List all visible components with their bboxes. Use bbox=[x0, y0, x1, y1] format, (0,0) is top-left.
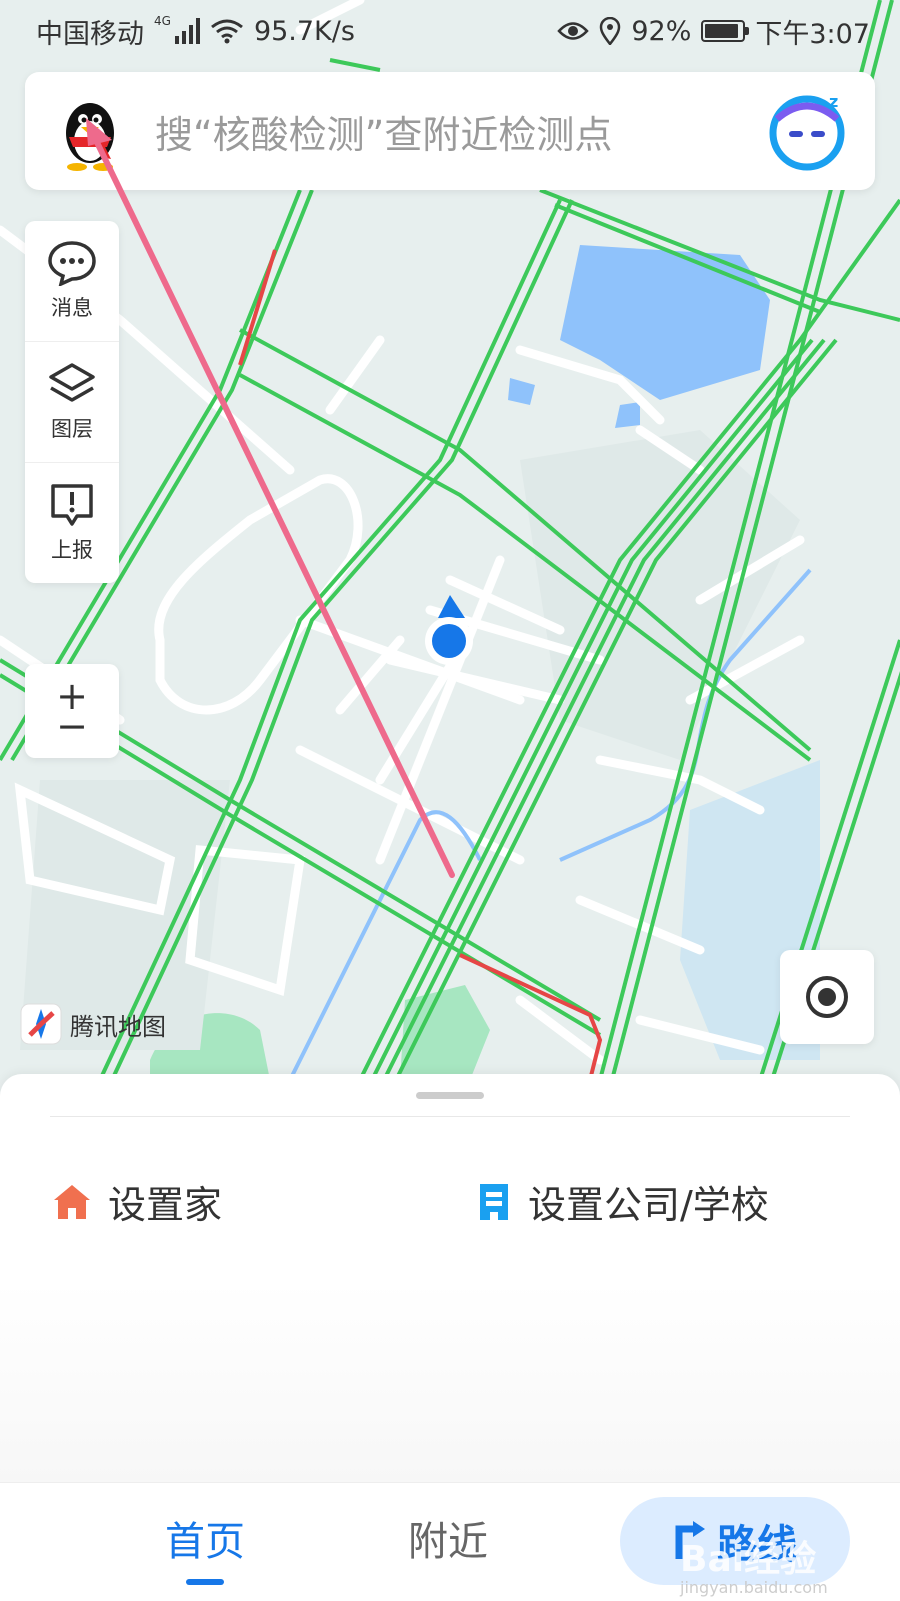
sheet-drag-handle[interactable] bbox=[416, 1092, 484, 1099]
report-icon bbox=[51, 484, 93, 526]
battery-icon bbox=[701, 20, 750, 42]
network-type: 4G bbox=[154, 14, 171, 28]
divider bbox=[50, 1116, 850, 1117]
side-item-report[interactable]: 上报 bbox=[25, 463, 119, 583]
zoom-out-button[interactable]: − bbox=[56, 707, 88, 745]
layers-icon bbox=[49, 363, 95, 402]
tab-active-indicator bbox=[186, 1579, 224, 1585]
side-item-label: 消息 bbox=[51, 296, 93, 320]
set-work-label: 设置公司/学校 bbox=[528, 1183, 769, 1227]
network-speed: 95.7K/s bbox=[253, 15, 355, 47]
search-input[interactable]: 搜“核酸检测”查附近检测点 bbox=[155, 104, 765, 159]
battery-percent: 92% bbox=[631, 15, 692, 47]
home-icon bbox=[54, 1184, 90, 1219]
message-bubble-icon bbox=[48, 241, 96, 286]
locate-me-button[interactable] bbox=[780, 950, 874, 1044]
map-logo-text: 腾讯地图 bbox=[70, 1012, 166, 1041]
clock: 下午3:07 bbox=[755, 18, 870, 50]
eye-comfort-icon bbox=[557, 22, 590, 40]
side-item-layers[interactable]: 图层 bbox=[25, 342, 119, 463]
current-location-marker bbox=[425, 595, 473, 665]
side-item-messages[interactable]: 消息 bbox=[25, 221, 119, 342]
compass-logo-icon bbox=[20, 1003, 62, 1045]
building-icon bbox=[480, 1183, 508, 1220]
target-icon bbox=[806, 976, 848, 1018]
side-item-label: 上报 bbox=[51, 538, 93, 562]
map-provider-logo: 腾讯地图 bbox=[20, 1003, 166, 1045]
set-home-label: 设置家 bbox=[108, 1183, 223, 1227]
qq-penguin-icon[interactable] bbox=[55, 91, 125, 171]
assistant-face-icon[interactable]: z bbox=[765, 89, 849, 173]
set-work-button[interactable]: 设置公司/学校 bbox=[476, 1174, 769, 1229]
watermark-text: Bai经验 bbox=[680, 1539, 817, 1580]
signal-icon bbox=[174, 18, 200, 44]
location-pin-icon bbox=[600, 17, 621, 45]
watermark: Bai经验 jingyan.baidu.com bbox=[680, 1530, 828, 1597]
bottom-sheet[interactable]: 设置家 设置公司/学校 bbox=[0, 1074, 900, 1482]
set-home-button[interactable]: 设置家 bbox=[52, 1174, 222, 1229]
svg-text:z: z bbox=[829, 92, 838, 111]
tab-nearby[interactable]: 附近 bbox=[408, 1509, 488, 1567]
status-bar: 中国移动 4G 95.7K/s 92% 下午3:07 bbox=[0, 0, 900, 62]
zoom-control: + − bbox=[25, 664, 119, 758]
wifi-icon bbox=[211, 19, 243, 44]
side-item-label: 图层 bbox=[51, 417, 93, 441]
search-bar[interactable]: 搜“核酸检测”查附近检测点 z bbox=[25, 72, 875, 190]
watermark-sub: jingyan.baidu.com bbox=[680, 1578, 828, 1597]
carrier-name: 中国移动 bbox=[36, 18, 144, 50]
map-tools-panel: 消息 图层 上报 bbox=[25, 221, 119, 583]
tab-home[interactable]: 首页 bbox=[165, 1509, 245, 1567]
